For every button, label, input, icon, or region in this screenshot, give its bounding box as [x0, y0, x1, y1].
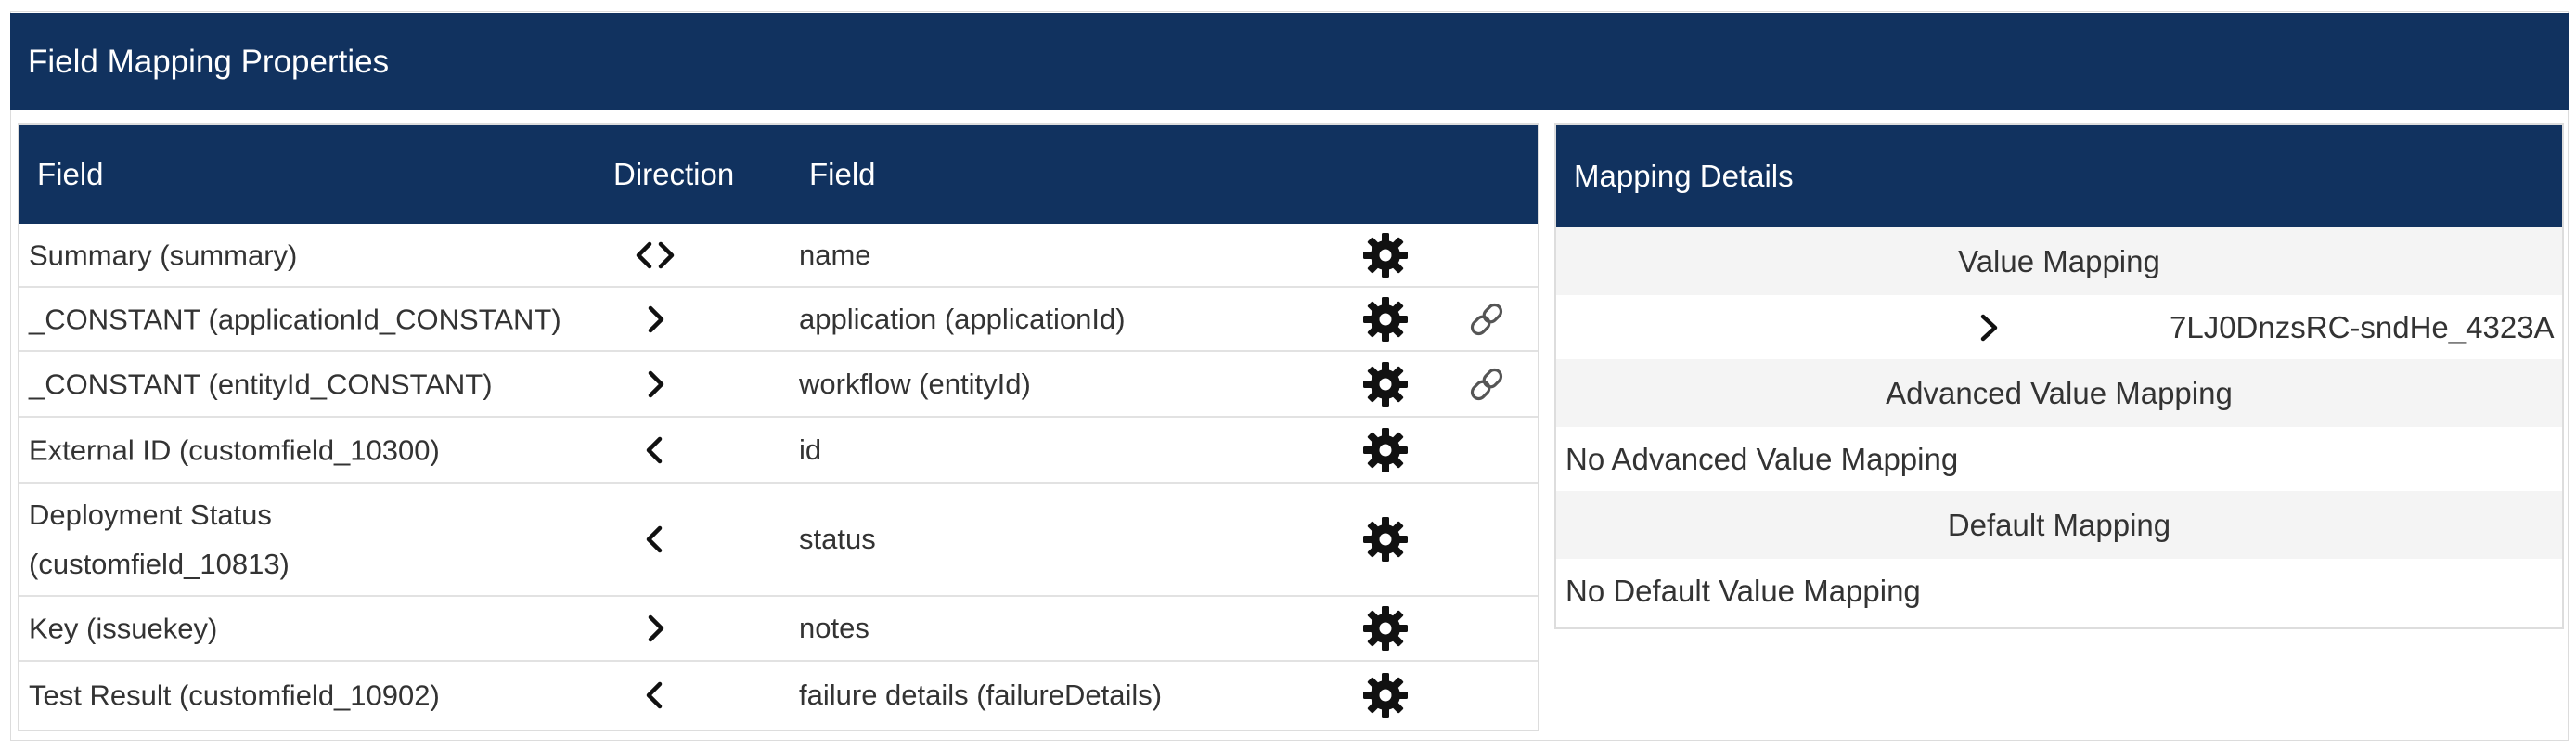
field-mapping-table: Field Direction Field Summary (summary) n… — [18, 123, 1539, 731]
source-field: Key (issuekey) — [29, 612, 218, 645]
table-row[interactable]: Key (issuekey) notes — [19, 597, 1538, 662]
table-row[interactable]: _CONSTANT (applicationId_CONSTANT) applic… — [19, 288, 1538, 352]
value-mapping-title: Value Mapping — [1556, 227, 2562, 295]
advanced-value-mapping-body: No Advanced Value Mapping — [1556, 427, 2562, 491]
target-field: status — [799, 523, 876, 555]
mapping-details-panel: Mapping Details Value Mapping 7LJ0DnzsRC… — [1554, 123, 2564, 629]
gear-icon[interactable] — [1362, 361, 1409, 407]
chevron-left-icon — [627, 677, 683, 714]
bidirectional-arrow-icon — [627, 237, 683, 274]
direction-header: Direction — [613, 157, 735, 191]
target-field-header: Field — [809, 157, 876, 191]
source-field: _CONSTANT (entityId_CONSTANT) — [29, 368, 493, 400]
table-header: Field Direction Field — [19, 125, 1538, 224]
chevron-right-icon — [627, 366, 683, 403]
target-field: id — [799, 433, 822, 466]
page-title: Field Mapping Properties — [10, 13, 2569, 110]
source-field: External ID (customfield_10300) — [29, 433, 440, 466]
advanced-value-mapping-title: Advanced Value Mapping — [1556, 359, 2562, 427]
link-icon[interactable] — [1465, 298, 1508, 341]
gear-icon[interactable] — [1362, 296, 1409, 343]
target-field: failure details (failureDetails) — [799, 678, 1163, 711]
chevron-right-icon — [627, 610, 683, 647]
source-field: Deployment Status (customfield_10813) — [29, 498, 290, 580]
gear-icon[interactable] — [1362, 516, 1409, 562]
source-field-header: Field — [37, 157, 104, 191]
table-row[interactable]: Deployment Status (customfield_10813) sta… — [19, 484, 1538, 597]
table-row[interactable]: _CONSTANT (entityId_CONSTANT) workflow (e… — [19, 352, 1538, 418]
mapping-details-title: Mapping Details — [1556, 125, 2562, 227]
gear-icon[interactable] — [1362, 427, 1409, 473]
source-field: Summary (summary) — [29, 239, 298, 271]
default-mapping-text: No Default Value Mapping — [1565, 573, 1921, 608]
link-icon[interactable] — [1465, 363, 1508, 406]
table-row[interactable]: Test Result (customfield_10902) failure d… — [19, 662, 1538, 728]
chevron-right-icon — [1970, 309, 2007, 346]
target-field: name — [799, 238, 871, 271]
source-field: _CONSTANT (applicationId_CONSTANT) — [29, 303, 561, 335]
chevron-right-icon — [627, 301, 683, 338]
value-mapping-value: 7LJ0DnzsRC-sndHe_4323A — [2170, 309, 2555, 344]
gear-icon[interactable] — [1362, 232, 1409, 278]
gear-icon[interactable] — [1362, 672, 1409, 718]
value-mapping-row[interactable]: 7LJ0DnzsRC-sndHe_4323A — [1556, 295, 2562, 359]
target-field: workflow (entityId) — [799, 367, 1031, 400]
source-field: Test Result (customfield_10902) — [29, 679, 440, 711]
target-field: notes — [799, 612, 869, 644]
advanced-value-mapping-text: No Advanced Value Mapping — [1565, 441, 1959, 476]
gear-icon[interactable] — [1362, 605, 1409, 652]
default-mapping-body: No Default Value Mapping — [1556, 559, 2562, 623]
table-row[interactable]: Summary (summary) name — [19, 224, 1538, 288]
default-mapping-title: Default Mapping — [1556, 491, 2562, 559]
chevron-left-icon — [627, 432, 683, 469]
chevron-left-icon — [627, 521, 683, 558]
table-row[interactable]: External ID (customfield_10300) id — [19, 418, 1538, 484]
target-field: application (applicationId) — [799, 302, 1126, 335]
